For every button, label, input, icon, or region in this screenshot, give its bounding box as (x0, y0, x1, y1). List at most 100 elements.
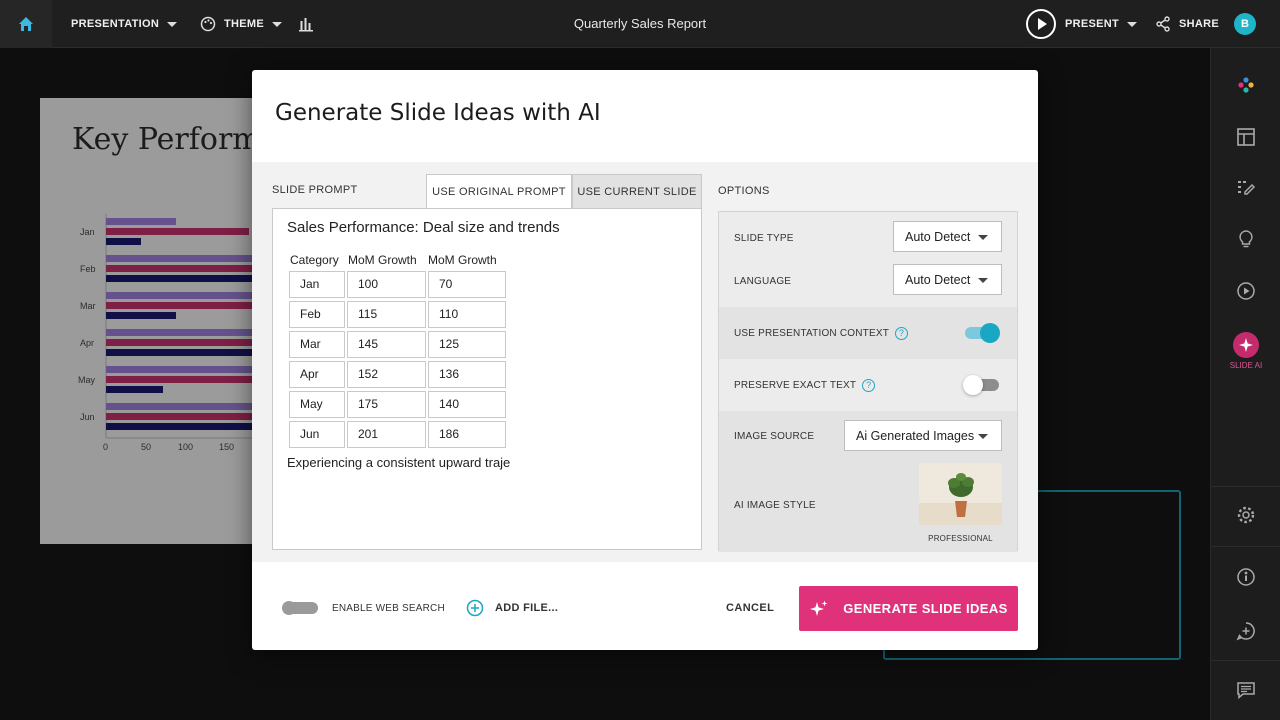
table-header-mom-growth: MoM Growth (428, 253, 497, 267)
table-cell: 100 (347, 271, 426, 298)
table-cell: Jun (289, 421, 345, 448)
chevron-down-icon (978, 278, 988, 283)
tab-use-original-prompt[interactable]: USE ORIGINAL PROMPT (426, 174, 572, 209)
play-circle-icon (1026, 9, 1056, 39)
chart-button[interactable] (298, 0, 314, 48)
options-label: OPTIONS (718, 185, 770, 197)
image-source-value: Ai Generated Images (856, 428, 975, 443)
toggle-knob (963, 375, 983, 395)
sidebar-slide-ai-button[interactable]: SLIDE AI (1211, 328, 1280, 372)
table-cell: 125 (428, 331, 506, 358)
slide-prompt-label: SLIDE PROMPT (272, 184, 358, 196)
dialog-title: Generate Slide Ideas with AI (275, 100, 601, 126)
bar-chart-icon (299, 18, 313, 32)
present-label: PRESENT (1065, 18, 1120, 30)
palette-icon (200, 16, 216, 32)
share-label: SHARE (1179, 18, 1220, 30)
dots-grid-icon (1238, 77, 1254, 93)
table-cell: 110 (428, 301, 506, 328)
home-button[interactable] (0, 0, 52, 48)
play-circle-icon (1237, 282, 1255, 300)
table-cell: 136 (428, 361, 506, 388)
ai-image-style-thumbnail[interactable] (919, 463, 1002, 525)
ai-image-style-value: PROFESSIONAL (928, 534, 993, 543)
preserve-text-label: PRESERVE EXACT TEXT? (734, 379, 876, 392)
use-context-toggle[interactable] (965, 323, 1000, 343)
use-context-label: USE PRESENTATION CONTEXT? (734, 327, 909, 340)
chevron-down-icon (272, 21, 282, 27)
toggle-knob (282, 601, 296, 615)
image-source-select[interactable]: Ai Generated Images (844, 420, 1002, 451)
table-cell: 175 (347, 391, 426, 418)
table-cell: 140 (428, 391, 506, 418)
preserve-text-label-text: PRESERVE EXACT TEXT (734, 380, 857, 392)
table-cell: 152 (347, 361, 426, 388)
avatar[interactable]: B (1234, 13, 1256, 35)
presentation-menu-label: PRESENTATION (71, 18, 160, 30)
share-icon (1156, 16, 1170, 32)
cancel-button[interactable]: CANCEL (726, 602, 774, 614)
table-header-category: Category (290, 253, 339, 267)
slide-type-value: Auto Detect (905, 229, 971, 244)
help-icon[interactable]: ? (862, 379, 876, 392)
web-search-label: ENABLE WEB SEARCH (332, 603, 445, 614)
present-button[interactable]: PRESENT (1025, 0, 1138, 48)
preserve-text-row: PRESERVE EXACT TEXT? (719, 359, 1017, 411)
presentation-menu[interactable]: PRESENTATION (71, 0, 178, 48)
sidebar-settings-button[interactable] (1211, 500, 1280, 530)
comments-icon (1237, 682, 1255, 700)
chevron-down-icon (1127, 21, 1138, 27)
table-cell: Apr (289, 361, 345, 388)
edit-pencil-icon (1238, 181, 1256, 195)
table-cell: Feb (289, 301, 345, 328)
sidebar-accessibility-button[interactable] (1211, 562, 1280, 592)
prompt-footer-text: Experiencing a consistent upward traje (287, 455, 511, 470)
slide-type-select[interactable]: Auto Detect (893, 221, 1002, 252)
web-search-toggle[interactable] (282, 601, 318, 615)
sidebar-comments-button[interactable] (1211, 675, 1280, 705)
table-cell: 115 (347, 301, 426, 328)
share-button[interactable]: SHARE (1155, 0, 1219, 48)
options-panel: SLIDE TYPE Auto Detect LANGUAGE Auto Det… (718, 211, 1018, 552)
use-context-row: USE PRESENTATION CONTEXT? (719, 307, 1017, 359)
toggle-knob (980, 323, 1000, 343)
table-cell: Mar (289, 331, 345, 358)
theme-menu[interactable]: THEME (200, 0, 282, 48)
generate-label: GENERATE SLIDE IDEAS (843, 601, 1008, 616)
sidebar-divider (1211, 546, 1280, 547)
add-circle-icon (466, 599, 484, 617)
slide-type-label: SLIDE TYPE (734, 233, 794, 244)
slide-prompt-editor[interactable]: Sales Performance: Deal size and trends … (272, 208, 702, 550)
home-icon (19, 17, 33, 31)
sidebar-ideas-button[interactable] (1211, 224, 1280, 254)
slide-ai-label: SLIDE AI (1229, 360, 1263, 370)
sidebar-play-button[interactable] (1211, 276, 1280, 306)
generate-slide-ideas-button[interactable]: GENERATE SLIDE IDEAS (799, 586, 1018, 631)
accessibility-icon (1237, 568, 1255, 586)
table-cell: Jan (289, 271, 345, 298)
help-icon[interactable]: ? (895, 327, 909, 340)
sidebar-add-comment-button[interactable] (1211, 616, 1280, 646)
language-label: LANGUAGE (734, 276, 792, 287)
use-context-label-text: USE PRESENTATION CONTEXT (734, 328, 890, 340)
chevron-down-icon (978, 235, 988, 240)
language-select[interactable]: Auto Detect (893, 264, 1002, 295)
sparkle-icon (810, 600, 828, 616)
sidebar-apps-button[interactable] (1211, 70, 1280, 100)
sidebar-edit-button[interactable] (1211, 172, 1280, 202)
sidebar-layout-button[interactable] (1211, 122, 1280, 152)
gear-icon (1237, 506, 1255, 524)
language-value: Auto Detect (905, 272, 971, 287)
preserve-text-toggle[interactable] (963, 375, 999, 395)
top-bar: PRESENTATION THEME Quarterly Sales Repor… (0, 0, 1280, 48)
lightbulb-icon (1239, 230, 1253, 248)
sidebar-divider (1211, 660, 1280, 661)
sidebar-divider (1211, 486, 1280, 487)
add-file-button[interactable]: ADD FILE... (466, 599, 558, 617)
ai-image-style-label: AI IMAGE STYLE (734, 500, 816, 511)
add-file-label: ADD FILE... (495, 602, 559, 614)
tab-use-current-slide[interactable]: USE CURRENT SLIDE (572, 174, 702, 209)
table-cell: 201 (347, 421, 426, 448)
table-cell: 145 (347, 331, 426, 358)
image-source-label: IMAGE SOURCE (734, 431, 815, 442)
